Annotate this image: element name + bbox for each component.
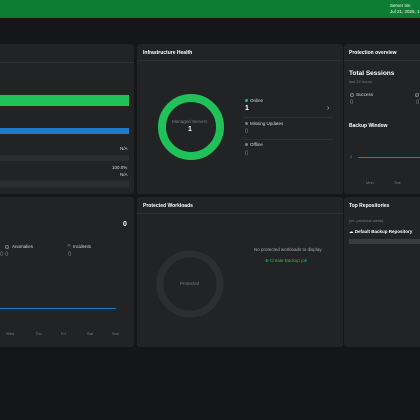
day-label-sat: Sat bbox=[87, 331, 94, 336]
online-label: Online bbox=[250, 98, 264, 103]
blue-progress-bar bbox=[0, 128, 129, 134]
panel-infrastructure-health: Infrastructure Health Managed Servers 1 … bbox=[137, 44, 343, 194]
chevron-right-icon[interactable]: › bbox=[327, 105, 329, 112]
protected-label: Protected bbox=[180, 281, 200, 286]
percent-label: 100.0% bbox=[112, 165, 128, 170]
na-label-1: N/A bbox=[120, 146, 128, 151]
day-label-thu: Thu bbox=[35, 331, 42, 336]
panel-divider bbox=[0, 62, 134, 63]
panel-title: Infrastructure Health bbox=[143, 50, 193, 56]
first-value: 0 bbox=[0, 252, 4, 258]
na-label-2: N/A bbox=[120, 172, 128, 177]
second-value: 0 bbox=[416, 100, 420, 106]
sessions-title: Total Sessions bbox=[349, 70, 395, 77]
offline-dot-icon bbox=[245, 143, 248, 146]
success-value: 0 bbox=[350, 100, 354, 106]
create-backup-job-label: Create Backup job bbox=[270, 258, 308, 263]
row-divider bbox=[243, 139, 333, 140]
success-icon bbox=[350, 93, 354, 97]
row-divider bbox=[243, 117, 333, 118]
day-label-wed: Wed bbox=[6, 331, 15, 336]
day-label-sun: Sun bbox=[112, 331, 120, 336]
y-tick-label: 0 bbox=[350, 154, 353, 159]
chart-line bbox=[0, 308, 116, 309]
panel-protection-overview: Protection overview Total Sessions last … bbox=[344, 44, 420, 194]
backup-window-title: Backup Window bbox=[349, 123, 388, 129]
panel-divider bbox=[137, 60, 343, 61]
missing-updates-label: Missing Updates bbox=[250, 121, 284, 126]
day-label-fri: Fri bbox=[61, 331, 66, 336]
empty-message: No protected workloads to display. bbox=[254, 247, 323, 252]
server-datetime: Jul 21, 2025, 1 bbox=[390, 9, 420, 14]
managed-servers-value: 1 bbox=[188, 126, 192, 133]
repository-name[interactable]: ☁ Default Backup Repository bbox=[349, 229, 412, 235]
panel-title: Protection overview bbox=[349, 50, 397, 56]
anomalies-value: 0 bbox=[5, 252, 9, 258]
panel-title: Protected Workloads bbox=[143, 203, 193, 209]
panel-storage-summary: 100.0% N/A N/A bbox=[0, 44, 134, 194]
managed-servers-label: Managed Servers bbox=[172, 119, 208, 124]
empty-track-1 bbox=[0, 155, 129, 161]
missing-updates-dot-icon bbox=[245, 122, 248, 125]
offline-label: Offline bbox=[250, 142, 263, 147]
repository-usage-bar bbox=[349, 239, 420, 244]
day-label-tue: Tue bbox=[394, 180, 401, 185]
sessions-subtitle: last 24 hours bbox=[349, 79, 372, 84]
panel-divider bbox=[344, 60, 420, 61]
day-label-mon: Mon bbox=[366, 180, 374, 185]
create-backup-job-link[interactable]: ⊕ Create Backup job bbox=[265, 258, 307, 264]
incidents-value: 0 bbox=[68, 252, 72, 258]
status-icon bbox=[415, 93, 419, 97]
online-value[interactable]: 1 bbox=[245, 105, 249, 112]
repository-name-label: Default Backup Repository bbox=[354, 229, 413, 234]
top-bar: Server tim Jul 21, 2025, 1 bbox=[0, 0, 420, 18]
anomalies-label: Anomalies bbox=[12, 244, 34, 249]
green-progress-bar bbox=[0, 95, 129, 106]
missing-updates-value: 0 bbox=[245, 129, 249, 135]
threat-count: 0 bbox=[123, 221, 127, 228]
repository-icon: ☁ bbox=[349, 229, 354, 234]
anomalies-icon bbox=[5, 245, 9, 249]
offline-value: 0 bbox=[245, 151, 249, 157]
panel-divider bbox=[137, 213, 343, 214]
panel-top-repositories: Top Repositories (vs. previous week) ☁ D… bbox=[344, 197, 420, 347]
panel-title: Top Repositories bbox=[349, 203, 390, 209]
plus-icon: ⊕ bbox=[265, 258, 269, 263]
incidents-label: Incidents bbox=[73, 244, 92, 249]
online-dot-icon bbox=[245, 99, 248, 102]
chart-line bbox=[358, 157, 420, 158]
server-time-info: Server tim Jul 21, 2025, 1 bbox=[390, 3, 420, 15]
repos-subtitle: (vs. previous week) bbox=[349, 218, 384, 223]
empty-track-2 bbox=[0, 181, 129, 187]
incidents-icon: ✕ bbox=[67, 243, 72, 249]
panel-threats: 0 0 Anomalies 0 ✕ Incidents 0 Wed Thu Fr… bbox=[0, 197, 134, 347]
panel-protected-workloads: Protected Workloads Protected No protect… bbox=[137, 197, 343, 347]
success-label: Success bbox=[356, 92, 374, 97]
